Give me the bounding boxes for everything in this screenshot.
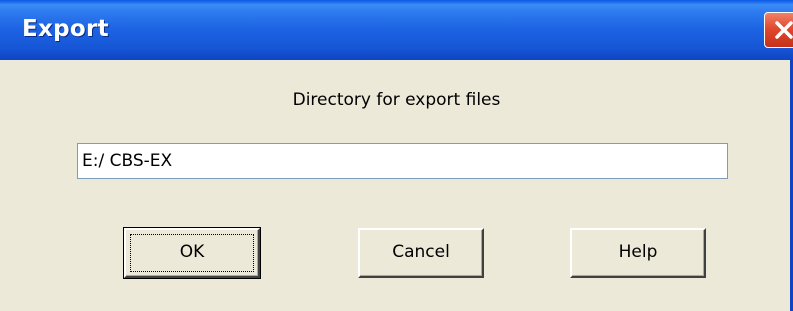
window-title: Export [22, 16, 109, 42]
ok-button[interactable]: OK [123, 227, 261, 279]
help-button-label: Help [618, 242, 658, 262]
help-button[interactable]: Help [570, 228, 706, 278]
directory-prompt-label: Directory for export files [292, 90, 501, 110]
cancel-button[interactable]: Cancel [358, 228, 484, 278]
close-button[interactable] [764, 12, 793, 48]
title-bar[interactable]: Export [0, 0, 793, 60]
close-icon [775, 21, 793, 39]
export-dialog: Export Directory for export files OK Can… [0, 0, 793, 311]
export-directory-input[interactable] [77, 143, 728, 179]
ok-button-label: OK [179, 242, 205, 262]
cancel-button-label: Cancel [392, 242, 450, 262]
